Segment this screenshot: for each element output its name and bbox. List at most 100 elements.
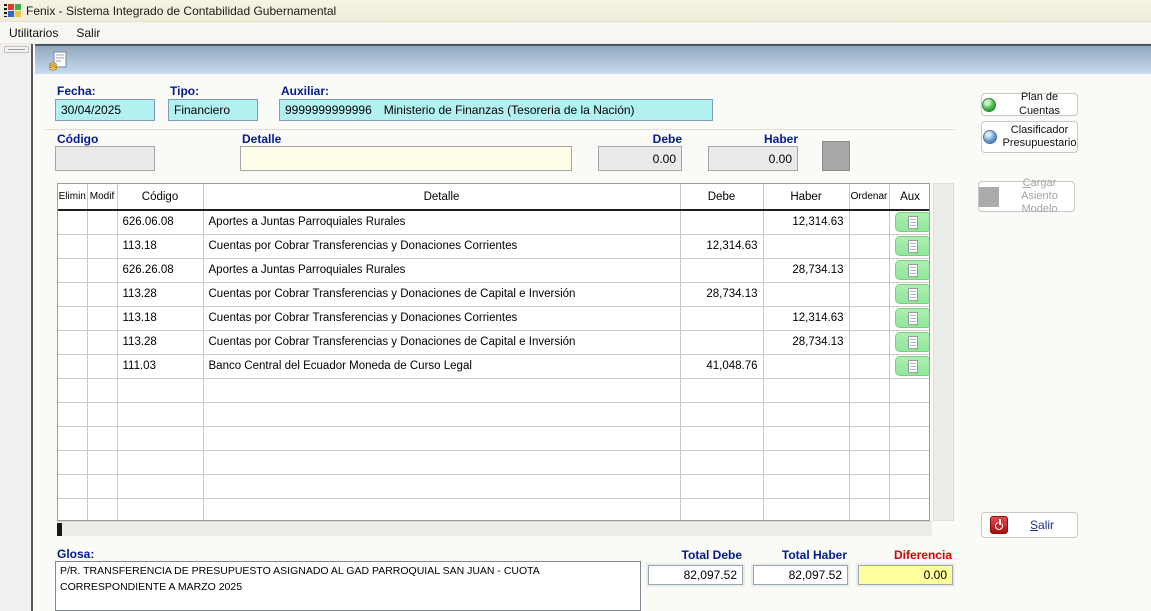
aux-detail-button[interactable] <box>895 332 931 352</box>
document-list-icon <box>908 264 918 277</box>
modif-cell <box>87 426 117 450</box>
journal-document-icon <box>48 51 68 71</box>
elimin-cell <box>58 378 87 402</box>
empty-table-row[interactable] <box>58 426 930 450</box>
detalle-cell: Aportes a Juntas Parroquiales Rurales <box>203 210 680 234</box>
add-entry-button[interactable] <box>822 141 850 171</box>
haber-cell: 28,734.13 <box>763 330 849 354</box>
haber-cell <box>763 474 849 498</box>
journal-document-button[interactable] <box>46 49 70 73</box>
codigo-entry-input[interactable] <box>55 146 155 171</box>
table-vertical-scrollbar[interactable] <box>933 183 954 521</box>
aux-detail-button[interactable] <box>895 260 931 280</box>
empty-table-row[interactable] <box>58 378 930 402</box>
ordenar-cell <box>849 426 889 450</box>
menu-item-utilitarios[interactable]: Utilitarios <box>0 23 67 43</box>
detalle-entry-input[interactable] <box>240 146 572 171</box>
salir-button[interactable]: Salir <box>981 512 1078 538</box>
green-sphere-icon <box>982 98 996 112</box>
haber-cell <box>763 234 849 258</box>
total-debe-field: 82,097.52 <box>648 565 743 585</box>
modif-cell <box>87 234 117 258</box>
detalle-cell: Cuentas por Cobrar Transferencias y Dona… <box>203 234 680 258</box>
table-row[interactable]: 626.26.08Aportes a Juntas Parroquiales R… <box>58 258 930 282</box>
table-row[interactable]: 626.06.08Aportes a Juntas Parroquiales R… <box>58 210 930 234</box>
debe-entry-label: Debe <box>598 132 682 146</box>
codigo-cell: 113.18 <box>117 306 203 330</box>
modif-cell <box>87 210 117 234</box>
debe-cell <box>680 426 763 450</box>
codigo-cell <box>117 498 203 521</box>
header-elimin: Elimin <box>58 184 87 210</box>
debe-cell <box>680 330 763 354</box>
codigo-cell <box>117 402 203 426</box>
aux-detail-button[interactable] <box>895 212 931 232</box>
codigo-cell: 113.18 <box>117 234 203 258</box>
table-row[interactable]: 113.18Cuentas por Cobrar Transferencias … <box>58 306 930 330</box>
empty-table-row[interactable] <box>58 450 930 474</box>
ordenar-cell <box>849 306 889 330</box>
fecha-label: Fecha: <box>57 84 96 98</box>
table-row[interactable]: 111.03Banco Central del Ecuador Moneda d… <box>58 354 930 378</box>
debe-cell: 41,048.76 <box>680 354 763 378</box>
document-list-icon <box>908 312 918 325</box>
glosa-textarea[interactable]: P/R. TRANSFERENCIA DE PRESUPUESTO ASIGNA… <box>55 561 641 611</box>
aux-detail-button[interactable] <box>895 308 931 328</box>
table-row[interactable]: 113.18Cuentas por Cobrar Transferencias … <box>58 234 930 258</box>
detalle-cell <box>203 426 680 450</box>
header-haber: Haber <box>763 184 849 210</box>
aux-cell <box>889 498 930 521</box>
fecha-input[interactable]: 30/04/2025 <box>55 99 155 121</box>
aux-cell <box>889 282 930 306</box>
empty-table-row[interactable] <box>58 474 930 498</box>
ordenar-cell <box>849 258 889 282</box>
aux-detail-button[interactable] <box>895 356 931 376</box>
table-row[interactable]: 113.28Cuentas por Cobrar Transferencias … <box>58 282 930 306</box>
plan-de-cuentas-label: Plan de Cuentas <box>1002 91 1077 117</box>
aux-cell <box>889 234 930 258</box>
power-icon <box>990 516 1008 534</box>
elimin-cell <box>58 234 87 258</box>
auxiliar-code: 9999999999996 <box>285 103 372 117</box>
toolbar <box>35 44 1151 74</box>
header-codigo: Código <box>117 184 203 210</box>
detalle-cell <box>203 474 680 498</box>
auxiliar-name: Ministerio de Finanzas (Tesoreria de la … <box>384 103 635 117</box>
clasificador-presupuestario-button[interactable]: Clasificador Presupuestario <box>981 121 1078 153</box>
codigo-cell: 111.03 <box>117 354 203 378</box>
auxiliar-input[interactable]: 9999999999996 Ministerio de Finanzas (Te… <box>279 99 713 121</box>
entries-table-body: 626.06.08Aportes a Juntas Parroquiales R… <box>58 210 930 521</box>
tipo-label: Tipo: <box>170 84 199 98</box>
detalle-cell: Banco Central del Ecuador Moneda de Curs… <box>203 354 680 378</box>
detalle-cell: Aportes a Juntas Parroquiales Rurales <box>203 258 680 282</box>
glosa-label: Glosa: <box>57 547 94 561</box>
debe-cell: 28,734.13 <box>680 282 763 306</box>
window-title: Fenix - Sistema Integrado de Contabilida… <box>26 4 336 18</box>
haber-entry-input[interactable]: 0.00 <box>708 146 798 171</box>
total-debe-label: Total Debe <box>648 548 742 562</box>
debe-cell <box>680 210 763 234</box>
plan-de-cuentas-button[interactable]: Plan de Cuentas <box>981 93 1078 116</box>
menu-item-salir[interactable]: Salir <box>67 23 109 43</box>
aux-detail-button[interactable] <box>895 236 931 256</box>
modif-cell <box>87 282 117 306</box>
panel-splitter-handle[interactable] <box>4 46 29 53</box>
empty-table-row[interactable] <box>58 498 930 521</box>
document-list-icon <box>908 240 918 253</box>
elimin-cell <box>58 210 87 234</box>
debe-cell <box>680 498 763 521</box>
tipo-input[interactable]: Financiero <box>168 99 258 121</box>
aux-detail-button[interactable] <box>895 284 931 304</box>
cargar-asiento-modelo-button[interactable]: Cargar Asiento Modelo <box>978 181 1075 212</box>
empty-table-row[interactable] <box>58 402 930 426</box>
debe-entry-input[interactable]: 0.00 <box>598 146 682 171</box>
haber-cell <box>763 426 849 450</box>
detalle-cell <box>203 402 680 426</box>
elimin-cell <box>58 258 87 282</box>
scrollbar-thumb[interactable] <box>57 523 62 536</box>
table-row[interactable]: 113.28Cuentas por Cobrar Transferencias … <box>58 330 930 354</box>
haber-cell: 12,314.63 <box>763 210 849 234</box>
table-horizontal-scrollbar[interactable] <box>57 521 932 536</box>
total-haber-label: Total Haber <box>753 548 847 562</box>
modif-cell <box>87 402 117 426</box>
